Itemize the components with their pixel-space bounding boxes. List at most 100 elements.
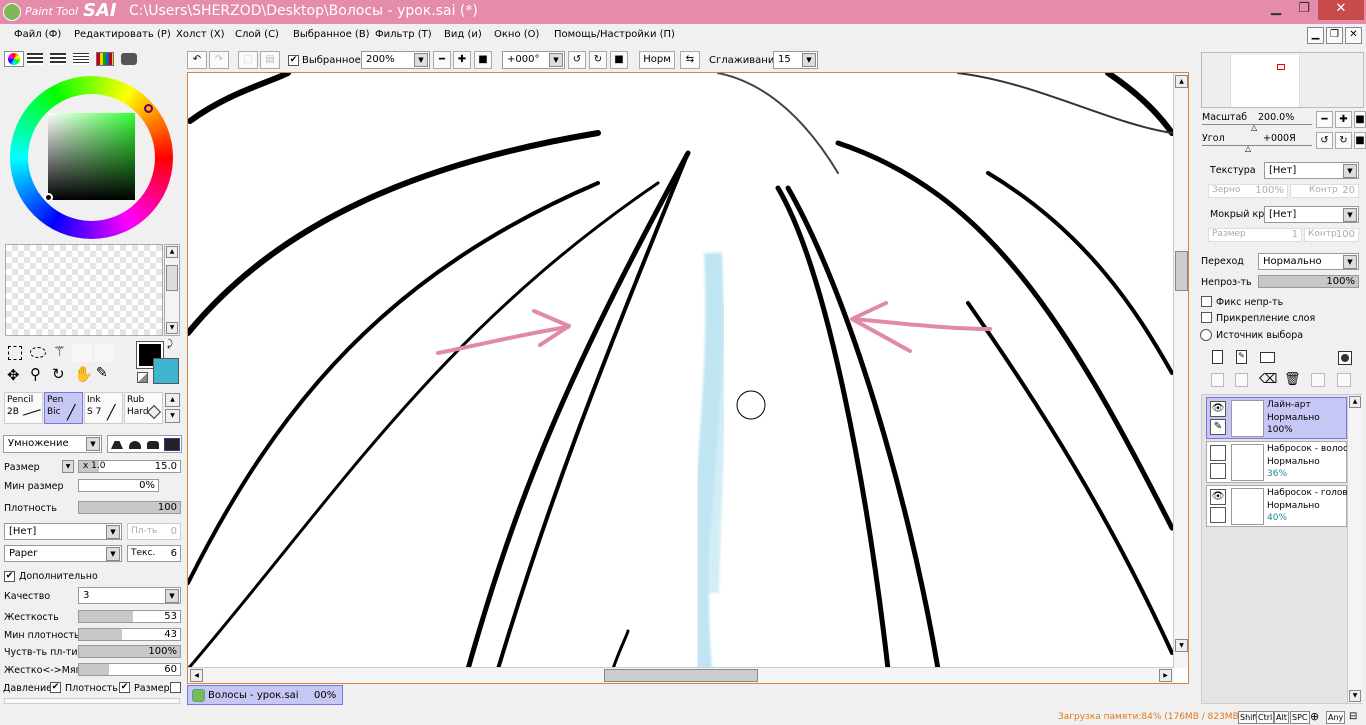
quality-select[interactable]: 3 ▼: [78, 587, 181, 604]
rotate-ccw-button[interactable]: ↺: [568, 51, 586, 69]
texture-contrast-slider[interactable]: Контр 20: [1290, 184, 1359, 198]
maximize-button[interactable]: ❐: [1290, 0, 1318, 20]
undo-button[interactable]: ↶: [187, 51, 207, 69]
lasso-icon[interactable]: [30, 347, 46, 358]
normal-view-button[interactable]: Норм: [639, 51, 675, 69]
rect-select-icon[interactable]: [8, 346, 22, 360]
hsv-sliders-tab[interactable]: [50, 53, 66, 65]
menu-help[interactable]: Помощь/Настройки (П): [554, 29, 675, 40]
angle-slider-track[interactable]: [1202, 145, 1312, 146]
density-slider[interactable]: 100: [78, 501, 181, 514]
nav-zoom-in-button[interactable]: ✚: [1335, 111, 1352, 128]
brush-shape-select[interactable]: [Нет] ▼: [4, 523, 122, 540]
menu-canvas[interactable]: Холст (Х): [176, 29, 225, 40]
pressure-size-checkbox[interactable]: ✔: [119, 682, 130, 693]
texture-strength-slider[interactable]: Текс. 6: [127, 545, 181, 562]
status-menu-icon[interactable]: ⊟: [1349, 711, 1357, 722]
color-wheel[interactable]: [10, 76, 173, 239]
color-mixer-tab[interactable]: [73, 53, 89, 65]
nav-rotate-cw-button[interactable]: ↻: [1335, 132, 1352, 149]
new-linework-layer-icon[interactable]: ✎: [1236, 350, 1247, 364]
layer-row[interactable]: 👁 ✎ Лайн-арт Нормально 100%: [1206, 397, 1347, 439]
brush-texture-select[interactable]: Paper ▼: [4, 545, 122, 562]
size-dropdown-button[interactable]: ▼: [62, 460, 74, 473]
min-size-slider[interactable]: 0%: [78, 479, 159, 492]
scratchpad-tab[interactable]: [121, 53, 137, 65]
tool-slot-pencil[interactable]: Pencil 2B ╱: [4, 392, 43, 424]
flatten-icon[interactable]: [1337, 373, 1351, 387]
tool-slot-ink[interactable]: Ink S 7 ╱: [84, 392, 123, 424]
move-icon[interactable]: ✥: [7, 366, 20, 384]
layer-opacity-slider[interactable]: 100%: [1258, 275, 1359, 288]
merge-visible-icon[interactable]: [1311, 373, 1325, 387]
navigator-preview[interactable]: [1201, 52, 1364, 108]
zoom-reset-button[interactable]: ■: [474, 51, 492, 69]
layers-scrollbar[interactable]: ▲ ▼: [1347, 395, 1362, 703]
advanced-checkbox[interactable]: ✔: [4, 571, 15, 582]
layer-row[interactable]: 👁 Набросок - голова Нормально 40%: [1206, 485, 1353, 527]
brush-shape-1-icon[interactable]: [111, 441, 123, 449]
pen-icon[interactable]: ✎: [1210, 419, 1226, 435]
scale-slider-handle[interactable]: △: [1251, 123, 1257, 132]
magic-wand-icon[interactable]: ⚚: [53, 344, 66, 360]
eye-icon[interactable]: 👁: [1210, 489, 1226, 505]
wet-size-slider[interactable]: Размер 1: [1208, 228, 1302, 242]
mdi-close-button[interactable]: ✕: [1345, 27, 1362, 44]
tool-slot-eraser[interactable]: Rub Hard: [124, 392, 163, 424]
sv-marker[interactable]: [44, 193, 53, 202]
rotate-icon[interactable]: ↻: [52, 365, 65, 383]
menu-filter[interactable]: Фильтр (Т): [375, 29, 432, 40]
mdi-restore-button[interactable]: ❐: [1326, 27, 1343, 44]
canvas-vscroll-thumb[interactable]: [1175, 251, 1188, 291]
invert-selection-button[interactable]: ▤: [260, 51, 280, 69]
angle-slider-handle[interactable]: △: [1245, 144, 1251, 153]
swap-colors-icon[interactable]: ⤸: [167, 339, 173, 350]
pressure-extra-checkbox[interactable]: [170, 682, 181, 693]
scratchpad-scrollbar[interactable]: ▲ ▼: [164, 244, 180, 336]
brush-shape-2-icon[interactable]: [129, 441, 141, 449]
smoothing-select[interactable]: 15 ▼: [773, 51, 818, 69]
navigator-view-rect[interactable]: [1277, 64, 1285, 70]
zoom-out-button[interactable]: ━: [433, 51, 451, 69]
color-wheel-tab[interactable]: [4, 51, 24, 67]
size-slider[interactable]: x 1.0 15.0: [78, 460, 181, 473]
new-folder-icon[interactable]: [1260, 352, 1275, 363]
delete-layer-icon[interactable]: 🗑: [1284, 373, 1301, 387]
pen-icon[interactable]: [1210, 507, 1226, 523]
clip-layer-checkbox[interactable]: [1201, 312, 1212, 323]
menu-edit[interactable]: Редактировать (Р): [74, 29, 171, 40]
hue-marker[interactable]: [144, 104, 153, 113]
sub-color-swatch[interactable]: [153, 358, 179, 384]
selection-visible-checkbox[interactable]: ✔: [288, 55, 299, 66]
clear-layer-icon[interactable]: ⌫: [1259, 373, 1277, 387]
mdi-minimize-button[interactable]: ▁: [1307, 27, 1324, 44]
eye-icon[interactable]: [1210, 445, 1226, 461]
redo-button[interactable]: ↷: [209, 51, 229, 69]
document-tab[interactable]: Волосы - урок.sai 00%: [187, 685, 343, 705]
rotate-reset-button[interactable]: ■: [610, 51, 628, 69]
shape-strength-slider[interactable]: Пл-ть 0: [127, 523, 181, 540]
close-button[interactable]: ✕: [1318, 0, 1364, 20]
wet-contrast-slider[interactable]: Контр 100: [1304, 228, 1359, 242]
tool-slots-scroll-up[interactable]: ▲: [165, 393, 180, 407]
tool-slots-scroll-down[interactable]: ▼: [165, 409, 180, 423]
pen-icon[interactable]: [1210, 463, 1226, 479]
brush-blend-select[interactable]: Умножение ▼: [3, 435, 102, 453]
zoom-select[interactable]: 200% ▼: [361, 51, 430, 69]
zoom-in-button[interactable]: ✚: [453, 51, 471, 69]
minimize-button[interactable]: ▁: [1262, 0, 1290, 20]
canvas-vertical-scrollbar[interactable]: ▲ ▼: [1173, 73, 1188, 668]
zoom-icon[interactable]: ⚲: [30, 365, 41, 383]
nav-rotate-ccw-button[interactable]: ↺: [1316, 132, 1333, 149]
menu-file[interactable]: Файл (Ф): [14, 29, 61, 40]
rotate-cw-button[interactable]: ↻: [589, 51, 607, 69]
left-panel-hscrollbar[interactable]: [4, 698, 180, 704]
menu-selection[interactable]: Выбранное (В): [293, 29, 370, 40]
menu-view[interactable]: Вид (и): [444, 29, 482, 40]
layer-blend-select[interactable]: Нормально ▼: [1258, 253, 1359, 270]
nav-rotate-reset-button[interactable]: ■: [1354, 132, 1366, 149]
brush-shape-4-icon[interactable]: [164, 438, 180, 451]
canvas-horizontal-scrollbar[interactable]: ◀ ▶: [188, 667, 1174, 683]
transfer-down-icon[interactable]: [1211, 373, 1224, 387]
nav-zoom-reset-button[interactable]: ■: [1354, 111, 1366, 128]
